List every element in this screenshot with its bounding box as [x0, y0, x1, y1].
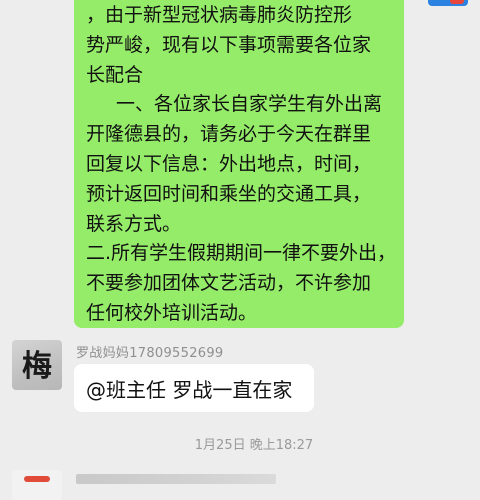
message-line: 回复以下信息：外出地点，时间，: [86, 152, 372, 175]
message-line: 任何校外培训活动。: [86, 301, 258, 324]
message-line: 联系方式。: [86, 212, 182, 235]
timestamp-text: 1月25日 晚上18:27: [194, 438, 314, 453]
message-line: 不要参加团体文艺活动，不许参加: [86, 272, 372, 295]
app-badge-icon: [428, 0, 468, 6]
sender-avatar[interactable]: 梅: [12, 340, 62, 390]
message-line: 长配合: [86, 63, 144, 86]
message-line: 开隆德县的，请务必于今天在群里: [86, 123, 372, 146]
sender-name: 罗战妈妈17809552699: [76, 346, 224, 361]
message-line: ，由于新型冠状病毒肺炎防控形: [86, 4, 353, 26]
message-line: 势严峻，现有以下事项需要各位家: [86, 33, 372, 56]
next-sender-avatar[interactable]: [12, 470, 62, 500]
incoming-message-bubble[interactable]: @班主任 罗战一直在家: [74, 364, 314, 412]
message-line: 一、各位家长自家学生有外出离: [116, 93, 383, 116]
incoming-message-text: @班主任 罗战一直在家: [86, 377, 293, 402]
calligraphy-avatar-icon: 梅: [22, 349, 52, 384]
message-line: 二.所有学生假期期间一律不要外出，: [86, 242, 397, 265]
chat-message-list[interactable]: ，由于新型冠状病毒肺炎防控形 势严峻，现有以下事项需要各位家 长配合 一、各位家…: [0, 0, 480, 500]
message-timestamp: 1月25日 晚上18:27: [0, 434, 480, 453]
avatar-glyph: 梅: [22, 349, 52, 384]
next-sender-name-placeholder: [76, 474, 276, 484]
message-line: 预计返回时间和乘坐的交通工具，: [86, 182, 372, 205]
outgoing-message-bubble[interactable]: ，由于新型冠状病毒肺炎防控形 势严峻，现有以下事项需要各位家 长配合 一、各位家…: [74, 0, 404, 328]
